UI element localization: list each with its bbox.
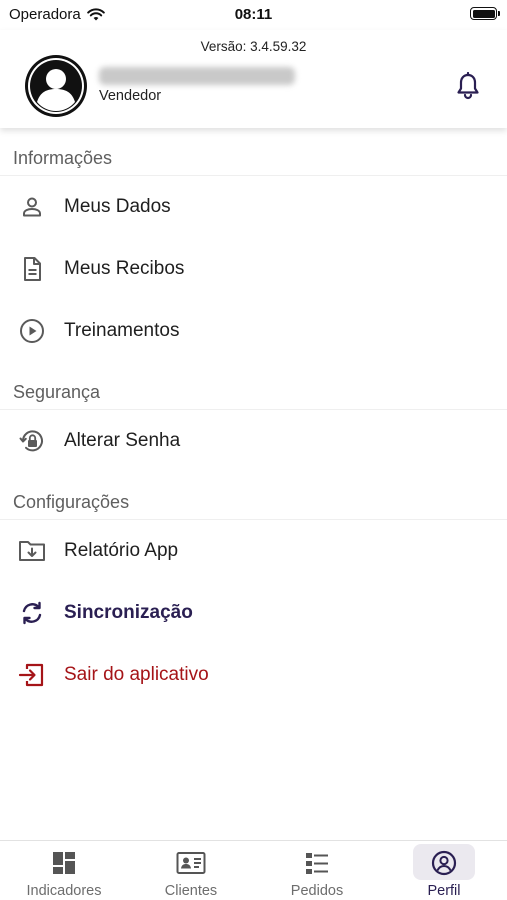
section-title-seguranca: Segurança: [0, 362, 507, 410]
sync-icon: [18, 599, 46, 627]
person-avatar-icon[interactable]: [25, 55, 87, 117]
status-bar: Operadora 08:11: [0, 0, 507, 30]
user-name-blurred: [99, 67, 295, 85]
menu-item-label: Relatório App: [64, 540, 179, 561]
menu-item-label: Alterar Senha: [64, 430, 181, 451]
play-circle-icon: [18, 317, 46, 345]
menu-item-label: Treinamentos: [64, 320, 180, 341]
tab-pedidos[interactable]: Pedidos: [267, 841, 367, 900]
menu-item-label: Sair do aplicativo: [64, 664, 209, 685]
menu-item-meus-recibos[interactable]: Meus Recibos: [0, 238, 507, 300]
section-title-informacoes: Informações: [0, 128, 507, 176]
tab-label: Perfil: [427, 883, 461, 899]
profile-header: Versão: 3.4.59.32 Vendedor: [0, 30, 507, 128]
tab-label: Clientes: [164, 883, 218, 899]
status-time: 08:11: [234, 6, 273, 23]
section-title-configuracoes: Configurações: [0, 472, 507, 520]
app-version: Versão: 3.4.59.32: [200, 39, 307, 54]
menu-item-sair[interactable]: Sair do aplicativo: [0, 644, 507, 706]
tab-clientes[interactable]: Clientes: [141, 841, 241, 900]
tab-label: Pedidos: [290, 883, 344, 899]
bell-icon[interactable]: [455, 71, 481, 100]
menu-item-alterar-senha[interactable]: Alterar Senha: [0, 410, 507, 472]
menu-item-label: Sincronização: [64, 602, 193, 623]
list-icon: [306, 853, 328, 874]
tab-indicadores[interactable]: Indicadores: [14, 841, 114, 900]
tab-label: Indicadores: [26, 883, 102, 899]
bottom-tab-bar: Indicadores Clientes Pedidos Perfil: [0, 840, 507, 900]
menu-item-treinamentos[interactable]: Treinamentos: [0, 300, 507, 362]
user-role: Vendedor: [99, 88, 162, 104]
contact-card-icon: [176, 852, 206, 874]
profile-menu: Informações Meus Dados Meus Recibos Trei…: [0, 128, 507, 706]
lock-reset-icon: [18, 427, 46, 455]
battery-icon: [470, 7, 500, 20]
dashboard-icon: [53, 852, 75, 874]
menu-item-relatorio-app[interactable]: Relatório App: [0, 520, 507, 582]
menu-item-sincronizacao[interactable]: Sincronização: [0, 582, 507, 644]
menu-item-label: Meus Dados: [64, 196, 171, 217]
profile-circle-icon: [431, 850, 457, 876]
person-icon: [18, 193, 46, 221]
folder-download-icon: [18, 537, 46, 565]
logout-icon: [18, 661, 46, 689]
menu-item-label: Meus Recibos: [64, 258, 185, 279]
document-icon: [18, 255, 46, 283]
tab-perfil[interactable]: Perfil: [394, 841, 494, 900]
menu-item-meus-dados[interactable]: Meus Dados: [0, 176, 507, 238]
